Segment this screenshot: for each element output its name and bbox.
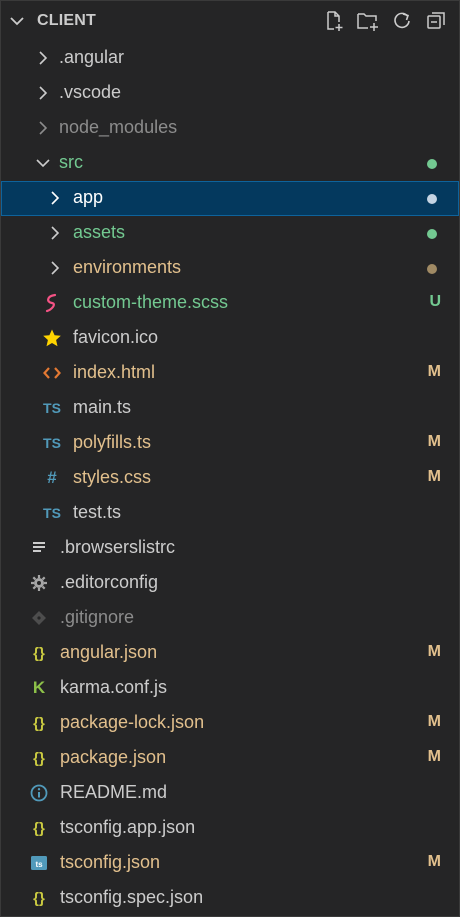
- svg-text:ts: ts: [35, 860, 43, 869]
- tree-item-app-folder[interactable]: app: [1, 181, 459, 216]
- tree-item-custom-theme-file[interactable]: custom-theme.scss U: [1, 286, 459, 321]
- tree-item-editorconfig-file[interactable]: .editorconfig: [1, 566, 459, 601]
- status-dot: [427, 194, 437, 204]
- tree-item-tsconfig-file[interactable]: ts tsconfig.json M: [1, 846, 459, 881]
- file-label: test.ts: [73, 502, 122, 522]
- folder-label: environments: [73, 257, 182, 277]
- file-label: tsconfig.json: [60, 852, 161, 872]
- folder-label: .vscode: [59, 82, 122, 102]
- new-file-icon[interactable]: [321, 8, 347, 34]
- karma-icon: K: [32, 678, 46, 697]
- file-label: main.ts: [73, 397, 132, 417]
- status-dot: [427, 229, 437, 239]
- chevron-down-icon[interactable]: [7, 11, 27, 31]
- info-icon: [29, 783, 49, 803]
- status-dot: [427, 159, 437, 169]
- refresh-icon[interactable]: [389, 8, 415, 34]
- chevron-right-icon: [51, 191, 60, 205]
- tree-item-karma-file[interactable]: K karma.conf.js: [1, 671, 459, 706]
- file-label: karma.conf.js: [60, 677, 168, 697]
- explorer-section-header[interactable]: CLIENT: [1, 1, 459, 41]
- chevron-right-icon: [51, 226, 60, 240]
- chevron-right-icon: [39, 86, 48, 100]
- file-label: package-lock.json: [60, 712, 205, 732]
- tree-item-styles-file[interactable]: # styles.css M: [1, 461, 459, 496]
- git-icon: [29, 608, 49, 628]
- tree-item-angular-json-file[interactable]: {} angular.json M: [1, 636, 459, 671]
- tree-item-main-ts-file[interactable]: TS main.ts: [1, 391, 459, 426]
- file-label: favicon.ico: [73, 327, 159, 347]
- tree-item-gitignore-file[interactable]: .gitignore: [1, 601, 459, 636]
- typescript-icon: TS: [43, 400, 61, 416]
- git-status-badge: M: [427, 713, 441, 730]
- header-actions: [321, 8, 449, 34]
- tree-item-index-html-file[interactable]: index.html M: [1, 356, 459, 391]
- tree-item-browserslistrc-file[interactable]: .browserslistrc: [1, 531, 459, 566]
- html-icon: [42, 363, 62, 383]
- collapse-all-icon[interactable]: [423, 8, 449, 34]
- tree-item-test-ts-file[interactable]: TS test.ts: [1, 496, 459, 531]
- star-icon: [42, 328, 62, 348]
- json-icon: {}: [33, 714, 45, 732]
- file-label: index.html: [73, 362, 156, 382]
- status-dot: [427, 264, 437, 274]
- file-label: custom-theme.scss: [73, 292, 229, 312]
- file-label: .browserslistrc: [60, 537, 176, 557]
- file-label: angular.json: [60, 642, 158, 662]
- file-label: .gitignore: [60, 607, 135, 627]
- git-status-badge: M: [427, 748, 441, 765]
- folder-label: app: [73, 187, 104, 207]
- typescript-icon: TS: [43, 435, 61, 451]
- git-status-badge: M: [427, 643, 441, 660]
- explorer-panel: CLIENT .angular .vscode node_modules src…: [0, 0, 460, 917]
- tree-item-vscode-folder[interactable]: .vscode: [1, 76, 459, 111]
- git-status-badge: M: [427, 853, 441, 870]
- tree-item-package-json-file[interactable]: {} package.json M: [1, 741, 459, 776]
- file-label: tsconfig.app.json: [60, 817, 196, 837]
- json-icon: {}: [33, 889, 45, 907]
- file-tree: .angular .vscode node_modules src app as…: [1, 41, 459, 916]
- tree-item-tsconfig-spec-file[interactable]: {} tsconfig.spec.json: [1, 881, 459, 916]
- folder-label: assets: [73, 222, 126, 242]
- workspace-title: CLIENT: [37, 12, 96, 29]
- tsconfig-icon: ts: [29, 853, 49, 873]
- typescript-icon: TS: [43, 505, 61, 521]
- lines-icon: [29, 538, 49, 558]
- tree-item-polyfills-file[interactable]: TS polyfills.ts M: [1, 426, 459, 461]
- new-folder-icon[interactable]: [355, 8, 381, 34]
- tree-item-src-folder[interactable]: src: [1, 146, 459, 181]
- folder-label: .angular: [59, 47, 125, 67]
- sass-icon: [42, 293, 62, 313]
- hash-icon: #: [47, 468, 57, 487]
- git-status-badge: M: [427, 433, 441, 450]
- git-status-badge: M: [427, 363, 441, 380]
- gear-icon: [29, 573, 49, 593]
- json-icon: {}: [33, 749, 45, 767]
- file-label: package.json: [60, 747, 167, 767]
- tree-item-angular-folder[interactable]: .angular: [1, 41, 459, 76]
- folder-label: src: [59, 152, 83, 172]
- file-label: styles.css: [73, 467, 152, 487]
- file-label: tsconfig.spec.json: [60, 887, 204, 907]
- file-label: polyfills.ts: [73, 432, 152, 452]
- folder-label: node_modules: [59, 117, 178, 137]
- git-status-badge: U: [429, 293, 441, 310]
- chevron-right-icon: [39, 51, 48, 65]
- file-label: README.md: [60, 782, 168, 802]
- chevron-right-icon: [51, 261, 60, 275]
- chevron-right-icon: [39, 121, 48, 135]
- tree-item-readme-file[interactable]: README.md: [1, 776, 459, 811]
- tree-item-assets-folder[interactable]: assets: [1, 216, 459, 251]
- tree-item-package-lock-file[interactable]: {} package-lock.json M: [1, 706, 459, 741]
- git-status-badge: M: [427, 468, 441, 485]
- tree-item-tsconfig-app-file[interactable]: {} tsconfig.app.json: [1, 811, 459, 846]
- tree-item-environments-folder[interactable]: environments: [1, 251, 459, 286]
- file-label: .editorconfig: [60, 572, 159, 592]
- json-icon: {}: [33, 644, 45, 662]
- tree-item-node-modules-folder[interactable]: node_modules: [1, 111, 459, 146]
- chevron-down-icon: [36, 159, 50, 168]
- tree-item-favicon-file[interactable]: favicon.ico: [1, 321, 459, 356]
- json-icon: {}: [33, 819, 45, 837]
